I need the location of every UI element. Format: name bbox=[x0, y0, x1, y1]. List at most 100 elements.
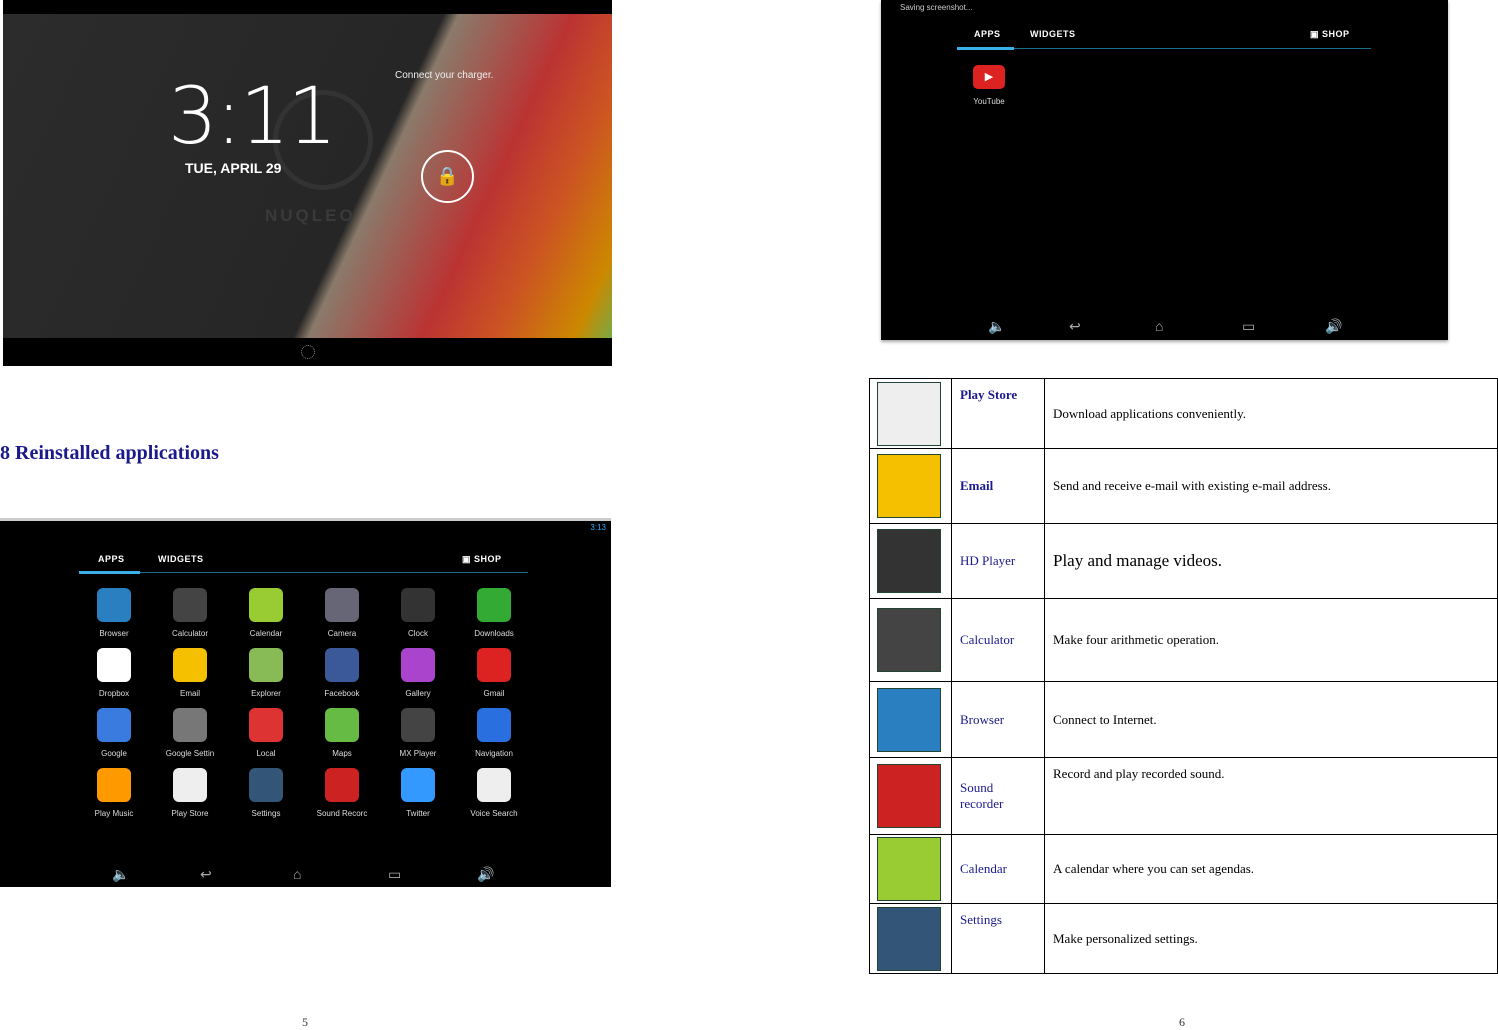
shop-button[interactable]: ▣ SHOP bbox=[1310, 29, 1350, 40]
app-gallery[interactable]: Gallery bbox=[383, 648, 453, 698]
app-drawer-screenshot: 3:13 APPS WIDGETS ▣ SHOP Browser Calculat… bbox=[0, 518, 611, 887]
app-label: Twitter bbox=[406, 809, 430, 818]
app-voice-search[interactable]: Voice Search bbox=[459, 768, 529, 818]
app-label: Navigation bbox=[475, 749, 513, 758]
youtube-app-icon[interactable]: ▶ bbox=[973, 65, 1005, 89]
app-label: Settings bbox=[251, 809, 281, 818]
app-label: Facebook bbox=[324, 689, 360, 698]
unlock-button[interactable]: 🔒 bbox=[421, 150, 474, 203]
shop-button[interactable]: ▣ SHOP bbox=[462, 554, 502, 565]
app-icon bbox=[477, 708, 511, 742]
app-downloads[interactable]: Downloads bbox=[459, 588, 529, 638]
app-description: Record and play recorded sound. bbox=[1044, 757, 1498, 835]
app-icon bbox=[325, 588, 359, 622]
app-sound-recorc[interactable]: Sound Recorc bbox=[307, 768, 377, 818]
volume-up-icon[interactable]: 🔊 bbox=[477, 866, 494, 883]
volume-up-icon[interactable]: 🔊 bbox=[1325, 318, 1342, 335]
app-icon bbox=[249, 588, 283, 622]
recents-icon[interactable]: ▭ bbox=[1242, 318, 1255, 335]
section-title: 8 Reinstalled applications bbox=[0, 442, 219, 464]
app-label: Calendar bbox=[249, 629, 283, 638]
app-email[interactable]: Email bbox=[155, 648, 225, 698]
tab-widgets[interactable]: WIDGETS bbox=[158, 554, 204, 564]
lockscreen-screenshot: NUQLEO 3:11 TUE, APRIL 29 Connect your c… bbox=[3, 0, 612, 366]
app-icon bbox=[249, 648, 283, 682]
volume-down-icon[interactable]: 🔈 bbox=[112, 866, 129, 883]
app-browser[interactable]: Browser bbox=[79, 588, 149, 638]
app-play-store[interactable]: Play Store bbox=[155, 768, 225, 818]
app-name: Calendar bbox=[951, 834, 1045, 904]
app-google-settin[interactable]: Google Settin bbox=[155, 708, 225, 758]
app-mx-player[interactable]: MX Player bbox=[383, 708, 453, 758]
app-clock[interactable]: Clock bbox=[383, 588, 453, 638]
app-label: Play Store bbox=[171, 809, 209, 818]
app-label: MX Player bbox=[399, 749, 437, 758]
applications-table: Play Store Download applications convenie… bbox=[869, 378, 1498, 974]
app-explorer[interactable]: Explorer bbox=[231, 648, 301, 698]
app-gmail[interactable]: Gmail bbox=[459, 648, 529, 698]
app-settings[interactable]: Settings bbox=[231, 768, 301, 818]
table-row: Sound recorder Record and play recorded s… bbox=[869, 757, 1498, 835]
app-name: HD Player bbox=[951, 523, 1045, 599]
app-description: Make personalized settings. bbox=[1044, 903, 1498, 974]
recents-icon[interactable]: ▭ bbox=[388, 866, 401, 883]
app-calendar[interactable]: Calendar bbox=[231, 588, 301, 638]
app-icon bbox=[173, 768, 207, 802]
app-name: Play Store bbox=[951, 378, 1045, 449]
app-label: Play Music bbox=[94, 809, 134, 818]
app-icon bbox=[477, 648, 511, 682]
back-icon[interactable]: ↩ bbox=[1069, 318, 1081, 335]
app-icon bbox=[325, 768, 359, 802]
table-row: Browser Connect to Internet. bbox=[869, 681, 1498, 758]
table-row: Email Send and receive e-mail with existi… bbox=[869, 448, 1498, 524]
app-name: Calculator bbox=[951, 598, 1045, 682]
app-label: Browser bbox=[99, 629, 129, 638]
app-label: Gallery bbox=[405, 689, 431, 698]
app-icon bbox=[325, 708, 359, 742]
app-maps[interactable]: Maps bbox=[307, 708, 377, 758]
app-google[interactable]: Google bbox=[79, 708, 149, 758]
tab-apps[interactable]: APPS bbox=[974, 29, 1001, 39]
app-icon bbox=[877, 687, 941, 752]
app-icon bbox=[401, 588, 435, 622]
brand-logo: NUQLEO bbox=[265, 206, 356, 225]
tab-divider bbox=[79, 572, 528, 573]
app-play-music[interactable]: Play Music bbox=[79, 768, 149, 818]
app-icon bbox=[173, 648, 207, 682]
back-icon[interactable]: ↩ bbox=[200, 866, 212, 883]
page-number: 6 bbox=[1179, 1015, 1185, 1029]
app-label: YouTube bbox=[973, 97, 1005, 106]
app-facebook[interactable]: Facebook bbox=[307, 648, 377, 698]
camera-handle-icon bbox=[301, 345, 315, 359]
app-navigation[interactable]: Navigation bbox=[459, 708, 529, 758]
app-dropbox[interactable]: Dropbox bbox=[79, 648, 149, 698]
charger-message: Connect your charger. bbox=[395, 70, 494, 81]
status-time: 3:13 bbox=[590, 523, 606, 532]
app-icon bbox=[97, 768, 131, 802]
app-local[interactable]: Local bbox=[231, 708, 301, 758]
table-row: HD Player Play and manage videos. bbox=[869, 523, 1498, 599]
app-label: Local bbox=[256, 749, 276, 758]
app-name: Sound recorder bbox=[951, 757, 1045, 835]
app-label: Dropbox bbox=[98, 689, 130, 698]
app-name: Settings bbox=[951, 903, 1045, 974]
app-camera[interactable]: Camera bbox=[307, 588, 377, 638]
app-label: Camera bbox=[327, 629, 357, 638]
home-icon[interactable]: ⌂ bbox=[293, 866, 301, 882]
tab-widgets[interactable]: WIDGETS bbox=[1030, 29, 1076, 39]
app-label: Google Settin bbox=[165, 749, 215, 758]
app-twitter[interactable]: Twitter bbox=[383, 768, 453, 818]
tab-apps[interactable]: APPS bbox=[98, 554, 125, 564]
tab-divider bbox=[957, 48, 1371, 49]
app-icon bbox=[877, 529, 941, 593]
status-text: Saving screenshot... bbox=[900, 3, 973, 12]
volume-down-icon[interactable]: 🔈 bbox=[988, 318, 1005, 335]
app-calculator[interactable]: Calculator bbox=[155, 588, 225, 638]
app-label: Google bbox=[101, 749, 127, 758]
app-label: Email bbox=[179, 689, 200, 698]
app-icon bbox=[877, 906, 941, 971]
app-label: Clock bbox=[407, 629, 428, 638]
empty-drawer-screenshot: Saving screenshot... APPS WIDGETS ▣ SHOP… bbox=[881, 0, 1448, 340]
app-icon bbox=[877, 764, 941, 828]
home-icon[interactable]: ⌂ bbox=[1155, 318, 1163, 334]
